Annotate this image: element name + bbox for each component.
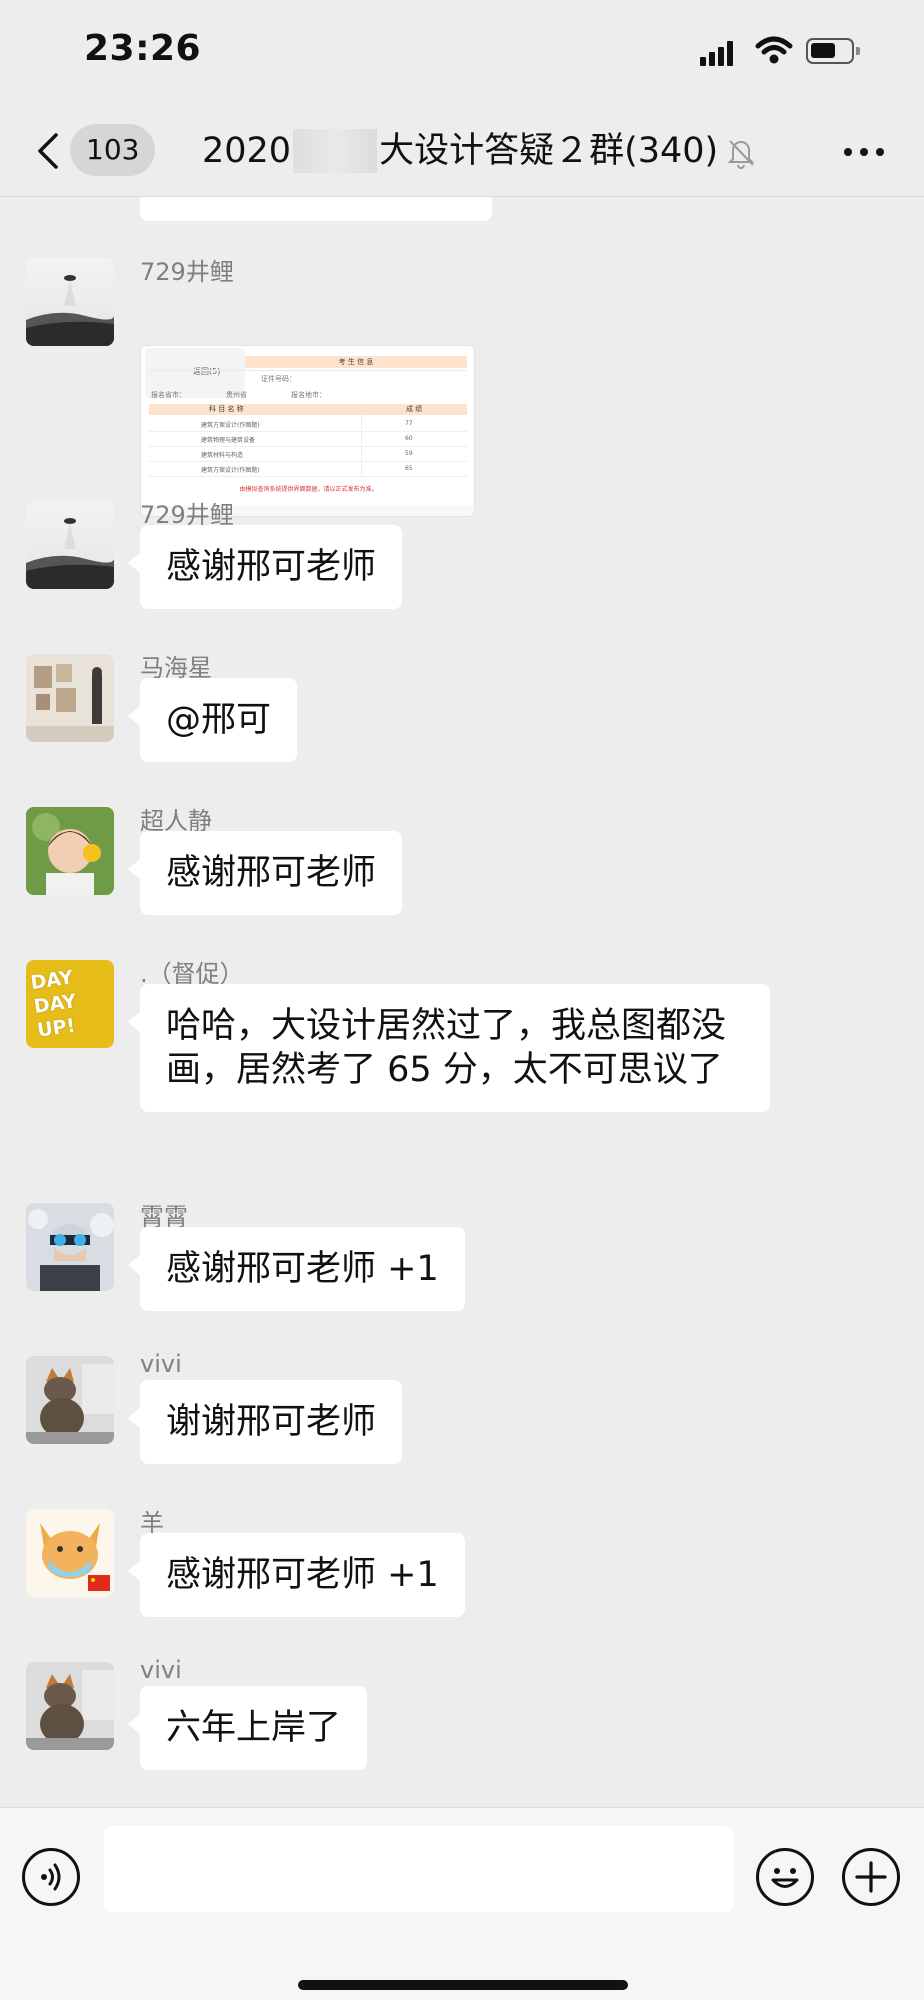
sender-name: 729井鲤 <box>140 258 234 286</box>
status-bar: 23:26 <box>0 0 924 105</box>
image-footer-note: 由模拟查询系统提供界面数据，请以正式发布为准。 <box>239 486 378 493</box>
message-bubble[interactable]: 感谢邢可老师 +1 <box>128 1533 465 1617</box>
back-chevron-icon[interactable] <box>30 131 66 171</box>
image-section-header: 科 目 名 称 <box>209 405 244 413</box>
cartoon-dog-avatar[interactable] <box>26 1509 114 1597</box>
image-field-label: 报名省市： <box>151 391 186 399</box>
image-field-label: 报名地市： <box>291 391 326 399</box>
input-bar <box>0 1807 924 2000</box>
unread-count-badge[interactable]: 103 <box>70 124 156 176</box>
message-bubble[interactable]: @邢可 <box>127 678 298 762</box>
more-dots-icon[interactable] <box>840 139 888 163</box>
plus-icon[interactable] <box>842 1848 900 1906</box>
wifi-icon <box>755 36 793 64</box>
message-bubble[interactable]: 感谢邢可老师 <box>127 831 403 915</box>
battery-icon <box>806 38 860 64</box>
ufo-landscape-avatar[interactable] <box>26 258 114 346</box>
image-info-header: 考 生 信 息 <box>245 356 467 368</box>
sender-name: vivi <box>140 1350 182 1378</box>
voice-icon[interactable] <box>22 1848 80 1906</box>
day-day-up-avatar[interactable]: DAY DAY UP! <box>26 960 114 1048</box>
status-time: 23:26 <box>84 28 202 69</box>
message-list[interactable]: 729井鲤 返回(5) 考 生 信 息 证件号码： 报名省市： 贵州省 报名地市… <box>0 197 924 1807</box>
chat-title-prefix: 2020 <box>202 131 292 171</box>
partial-message-bubble <box>140 197 492 221</box>
cat-avatar[interactable] <box>26 1662 114 1750</box>
child-flower-avatar[interactable] <box>26 807 114 895</box>
message-bubble[interactable]: 哈哈，大设计居然过了，我总图都没画，居然考了 65 分，太不可思议了 <box>128 984 770 1112</box>
image-subject: 建筑物理与建筑设备 <box>201 437 256 444</box>
home-indicator <box>298 1980 628 1990</box>
image-subject: 建筑材料与构造 <box>201 452 244 459</box>
redacted-blur <box>293 129 378 173</box>
sender-name: vivi <box>140 1656 182 1684</box>
image-score: 60 <box>405 435 413 442</box>
score-screenshot-image[interactable]: 返回(5) 考 生 信 息 证件号码： 报名省市： 贵州省 报名地市： 科 目 … <box>140 345 475 517</box>
image-score: 77 <box>405 420 413 427</box>
image-subject: 建筑方案设计(作图题) <box>201 467 260 474</box>
cat-avatar[interactable] <box>26 1356 114 1444</box>
image-score: 65 <box>405 465 413 472</box>
image-score: 59 <box>405 450 413 457</box>
image-field-label: 证件号码： <box>261 375 296 383</box>
muted-bell-icon <box>727 140 755 169</box>
message-bubble[interactable]: 六年上岸了 <box>127 1686 368 1770</box>
message-bubble[interactable]: 感谢邢可老师 +1 <box>128 1227 465 1311</box>
message-bubble[interactable]: 感谢邢可老师 <box>127 525 403 609</box>
gallery-avatar[interactable] <box>26 654 114 742</box>
ufo-landscape-avatar[interactable] <box>26 501 114 589</box>
chat-title: 2020 大设计答疑２群(340) <box>202 129 718 173</box>
cellular-signal-icon <box>700 40 736 66</box>
emoji-icon[interactable] <box>756 1848 814 1906</box>
image-score-header: 成 绩 <box>406 405 423 413</box>
chat-header: 103 2020 大设计答疑２群(340) <box>0 105 924 197</box>
image-field-value: 贵州省 <box>226 391 247 399</box>
snow-person-avatar[interactable] <box>26 1203 114 1291</box>
image-back-button: 返回(5) <box>193 367 221 376</box>
message-input[interactable] <box>104 1826 734 1912</box>
message-bubble[interactable]: 谢谢邢可老师 <box>127 1380 403 1464</box>
chat-title-suffix: 大设计答疑２群(340) <box>379 131 719 171</box>
image-subject: 建筑方案设计(作图题) <box>201 422 260 429</box>
